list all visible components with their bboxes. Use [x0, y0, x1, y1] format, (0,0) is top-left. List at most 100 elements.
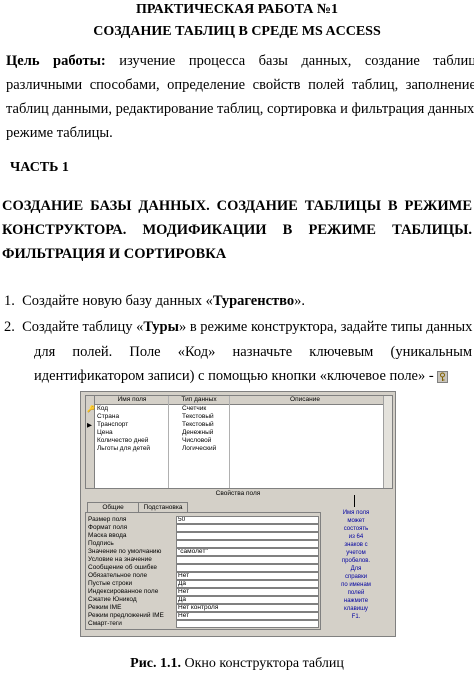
- data-type-cell[interactable]: Логический: [182, 445, 216, 452]
- cursor-bar-icon: [354, 495, 355, 507]
- property-value[interactable]: Нет: [176, 572, 319, 580]
- step-1: 1. Создайте новую базу данных «Турагенст…: [4, 290, 305, 313]
- property-value[interactable]: [176, 564, 319, 572]
- property-value[interactable]: [176, 620, 319, 628]
- property-label: Условие на значение: [88, 556, 152, 563]
- property-label: Режим предложений IME: [88, 612, 164, 619]
- step-2-number: 2.: [4, 319, 15, 335]
- property-value[interactable]: [176, 524, 319, 532]
- property-value[interactable]: Нет: [176, 612, 319, 620]
- property-label: Режим IME: [88, 604, 122, 611]
- hint-line: состоять: [343, 526, 369, 532]
- col-data-type[interactable]: Тип данных: [169, 396, 229, 403]
- data-type-cell[interactable]: Текстовый: [182, 421, 214, 428]
- data-type-cell[interactable]: Счетчик: [182, 405, 206, 412]
- step-1-number: 1.: [4, 293, 15, 309]
- property-value[interactable]: [176, 556, 319, 564]
- property-label: Сжатие Юникод: [88, 596, 137, 603]
- property-value[interactable]: [176, 532, 319, 540]
- property-value[interactable]: Нет: [176, 588, 319, 596]
- grid-row[interactable]: Страна Текстовый: [86, 413, 392, 421]
- goal-text-1: изучение процесса базы данных, создание …: [119, 53, 474, 69]
- property-row: Режим IME Нет контроля: [88, 604, 319, 612]
- hint-line: учетом: [346, 550, 366, 556]
- step-2-line-2: для полей. Поле «Код» назначьте ключевым…: [34, 344, 472, 360]
- hint-line: знаков с: [344, 542, 368, 548]
- caption-label: Рис. 1.1.: [130, 656, 181, 671]
- title-line-1: ПРАКТИЧЕСКАЯ РАБОТА №1: [136, 2, 338, 17]
- property-row: Подпись: [88, 540, 319, 548]
- col-description[interactable]: Описание: [230, 396, 380, 403]
- col-field-name[interactable]: Имя поля: [96, 396, 168, 403]
- field-hint-panel: Имя поля может состоять из 64 знаков с у…: [327, 495, 385, 621]
- figure-caption: Рис. 1.1. Окно конструктора таблиц: [0, 656, 474, 672]
- property-label: Индексированное поле: [88, 588, 159, 595]
- property-value[interactable]: Да: [176, 580, 319, 588]
- field-name-cell[interactable]: Транспорт: [97, 421, 128, 428]
- key-icon: [437, 370, 449, 383]
- property-value[interactable]: 50: [176, 516, 319, 524]
- goal-label: Цель работы:: [6, 53, 106, 69]
- section-heading-2: КОНСТРУКТОРА. МОДИФИКАЦИИ В РЕЖИМЕ ТАБЛИ…: [2, 222, 472, 238]
- property-row: Условие на значение: [88, 556, 319, 564]
- property-value[interactable]: [176, 540, 319, 548]
- step-1-after: ».: [294, 293, 305, 309]
- data-type-cell[interactable]: Числовой: [182, 437, 211, 444]
- hint-line: справки: [344, 574, 368, 580]
- data-type-cell[interactable]: Денежный: [182, 429, 213, 436]
- field-name-cell[interactable]: Льготы для детей: [97, 445, 150, 452]
- property-label: Сообщение об ошибке: [88, 564, 158, 571]
- data-type-cell[interactable]: Текстовый: [182, 413, 214, 420]
- field-name-cell[interactable]: Цена: [97, 429, 113, 436]
- section-heading-3: ФИЛЬТРАЦИЯ И СОРТИРОВКА: [2, 246, 227, 262]
- property-row: Режим предложений IME Нет: [88, 612, 319, 620]
- property-label: Подпись: [88, 540, 114, 547]
- property-label: Обязательное поле: [88, 572, 148, 579]
- primary-key-icon: 🔑: [87, 406, 96, 413]
- hint-line: Имя поля: [342, 510, 370, 516]
- step-2-bold: Туры: [143, 319, 179, 335]
- property-row: Пустые строки Да: [88, 580, 319, 588]
- property-value[interactable]: Нет контроля: [176, 604, 319, 612]
- properties-panel: Размер поля 50 Формат поля Маска ввода По…: [85, 512, 321, 630]
- property-label: Маска ввода: [88, 532, 127, 539]
- step-2-line-3: идентификатором записи) с помощью кнопки…: [34, 365, 449, 388]
- property-row: Сообщение об ошибке: [88, 564, 319, 572]
- field-name-cell[interactable]: Страна: [97, 413, 119, 420]
- step-2-text: Создайте таблицу «: [22, 319, 144, 335]
- step-2-after: » в режиме конструктора, задайте типы да…: [178, 319, 473, 335]
- goal-line-1: Цель работы: изучение процесса базы данн…: [6, 50, 474, 73]
- grid-row[interactable]: Льготы для детей Логический: [86, 445, 392, 453]
- step-2: 2. Создайте таблицу «Туры» в режиме конс…: [4, 316, 472, 339]
- property-label: Смарт-теги: [88, 620, 122, 627]
- property-label: Формат поля: [88, 524, 128, 531]
- field-name-cell[interactable]: Количество дней: [97, 437, 148, 444]
- property-row: Значение по умолчанию "самолёт": [88, 548, 319, 556]
- property-row: Индексированное поле Нет: [88, 588, 319, 596]
- grid-scrollbar[interactable]: [383, 396, 392, 488]
- hint-line: Для: [350, 566, 362, 572]
- caption-text: Окно конструктора таблиц: [181, 656, 344, 671]
- step-1-text: Создайте новую базу данных «: [22, 293, 213, 309]
- grid-row[interactable]: Количество дней Числовой: [86, 437, 392, 445]
- property-label: Пустые строки: [88, 580, 133, 587]
- grid-row[interactable]: 🔑 Код Счетчик: [86, 405, 392, 413]
- hint-line: по именам: [341, 582, 371, 588]
- property-row: Размер поля 50: [88, 516, 319, 524]
- property-row: Формат поля: [88, 524, 319, 532]
- goal-line-4: режиме таблицы.: [6, 125, 113, 141]
- property-value[interactable]: "самолёт": [176, 548, 319, 556]
- table-designer-window: Имя поля Тип данных Описание 🔑 Код Счетч…: [80, 391, 396, 637]
- property-row: Смарт-теги: [88, 620, 319, 628]
- goal-line-3: таблиц данными, редактирование таблиц, с…: [6, 101, 474, 117]
- hint-line: клавишу: [344, 606, 368, 612]
- part-heading: ЧАСТЬ 1: [10, 160, 69, 175]
- property-value[interactable]: Да: [176, 596, 319, 604]
- hint-line: нажмите: [343, 598, 369, 604]
- hint-line: может: [347, 518, 365, 524]
- field-name-cell[interactable]: Код: [97, 405, 108, 412]
- property-row: Маска ввода: [88, 532, 319, 540]
- property-row: Обязательное поле Нет: [88, 572, 319, 580]
- grid-row[interactable]: Цена Денежный: [86, 429, 392, 437]
- grid-row[interactable]: ▶ Транспорт Текстовый: [86, 421, 392, 429]
